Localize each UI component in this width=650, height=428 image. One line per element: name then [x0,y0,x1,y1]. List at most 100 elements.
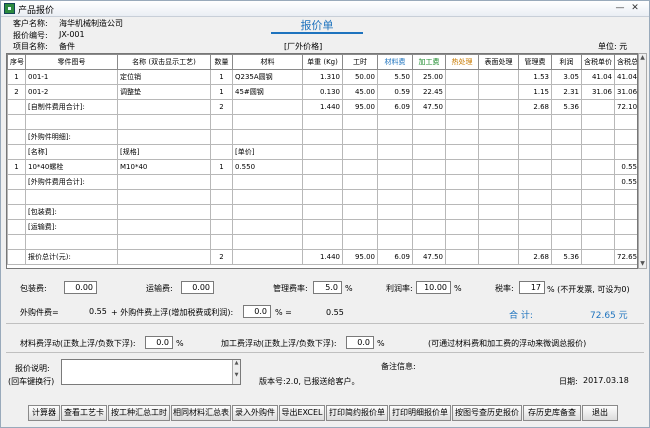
table-row[interactable]: [运输费]: [7,219,637,235]
table-row[interactable]: 报价总计(元): 2 1.440 95.00 6.09 47.50 2.68 5.36 72.6… [7,249,637,265]
table-cell[interactable]: 5.36 [551,249,582,265]
table-cell[interactable] [117,204,211,220]
outsourced-float-input[interactable]: 0.0 [243,305,271,318]
table-cell[interactable]: [自制件费用合计]: [25,99,118,115]
table-cell[interactable]: 3.05 [551,69,582,85]
table-cell[interactable] [445,144,479,160]
table-cell[interactable] [210,234,233,250]
table-cell[interactable]: 95.00 [342,249,378,265]
col-header[interactable]: 名称 (双击显示工艺) [117,54,211,70]
table-cell[interactable]: [单价] [232,144,303,160]
table-cell[interactable]: [名称] [25,144,118,160]
table-row[interactable] [7,114,637,130]
table-cell[interactable]: 47.50 [412,249,446,265]
table-cell[interactable] [478,114,519,130]
table-cell[interactable] [551,204,582,220]
table-cell[interactable] [210,204,233,220]
table-cell[interactable] [581,174,615,190]
table-cell[interactable] [614,114,637,130]
quote-table[interactable]: 序号 零件图号 名称 (双击显示工艺) 数量 材料 单重 (Kg) 工时 材料费… [6,53,638,269]
table-cell[interactable] [302,129,343,145]
table-row[interactable]: [外购件费用合计]: 0.55 [7,174,637,190]
col-header[interactable]: 含税总价 [614,54,637,70]
table-cell[interactable]: [外购件费用合计]: [25,174,118,190]
print-simple-quote-button[interactable]: 打印简约报价单 [326,405,388,421]
processing-float-input[interactable]: 0.0 [346,336,374,349]
table-cell[interactable]: 0.59 [377,84,413,100]
table-cell[interactable] [377,189,413,205]
table-row[interactable]: [自制件费用合计]: 2 1.440 95.00 6.09 47.50 2.68 5.36 72… [7,99,637,115]
table-cell[interactable] [7,99,26,115]
table-cell[interactable] [551,129,582,145]
table-cell[interactable] [614,144,637,160]
table-cell[interactable] [478,204,519,220]
table-cell[interactable]: 47.50 [412,99,446,115]
col-header[interactable]: 数量 [210,54,233,70]
table-row[interactable]: [外购件明细]: [7,129,637,145]
table-cell[interactable] [25,114,118,130]
table-cell[interactable]: 1 [210,159,233,175]
table-cell[interactable] [232,219,303,235]
table-cell[interactable] [478,69,519,85]
table-cell[interactable] [7,174,26,190]
table-cell[interactable]: 41.04 [614,69,637,85]
table-cell[interactable] [342,204,378,220]
table-cell[interactable] [210,144,233,160]
table-cell[interactable] [581,189,615,205]
table-cell[interactable] [412,114,446,130]
table-cell[interactable]: 001-2 [25,84,118,100]
table-cell[interactable] [581,249,615,265]
table-cell[interactable] [210,114,233,130]
table-cell[interactable]: [规格] [117,144,211,160]
table-cell[interactable]: 调整垫 [117,84,211,100]
table-cell[interactable]: 31.06 [614,84,637,100]
table-cell[interactable] [445,99,479,115]
table-cell[interactable]: 45#圆钢 [232,84,303,100]
table-cell[interactable] [377,219,413,235]
table-cell[interactable]: 2 [7,84,26,100]
history-quote-by-drawing-button[interactable]: 按图号查历史报价 [452,405,522,421]
table-cell[interactable] [445,234,479,250]
table-cell[interactable]: 1 [7,159,26,175]
table-cell[interactable]: M10*40 [117,159,211,175]
col-header[interactable]: 含税单价 [581,54,615,70]
table-cell[interactable]: 0.550 [232,159,303,175]
table-cell[interactable]: Q235A圆钢 [232,69,303,85]
col-header-material-fee[interactable]: 材料费 [377,54,413,70]
table-cell[interactable] [342,144,378,160]
table-cell[interactable] [302,219,343,235]
table-cell[interactable] [478,129,519,145]
col-header[interactable]: 利润 [551,54,582,70]
table-cell[interactable] [210,174,233,190]
material-float-input[interactable]: 0.0 [145,336,173,349]
table-cell[interactable] [7,144,26,160]
table-row[interactable]: [名称] [规格] [单价] [7,144,637,160]
table-cell[interactable]: 22.45 [412,84,446,100]
table-cell[interactable]: 报价总计(元): [25,249,118,265]
quote-note-textarea[interactable]: ▲ ▼ [61,359,241,385]
table-cell[interactable] [614,129,637,145]
table-cell[interactable] [581,144,615,160]
table-cell[interactable] [614,234,637,250]
table-cell[interactable] [7,189,26,205]
table-cell[interactable]: 50.00 [342,69,378,85]
table-cell[interactable] [445,219,479,235]
table-cell[interactable] [117,99,211,115]
table-cell[interactable] [478,144,519,160]
table-cell[interactable] [581,129,615,145]
summary-by-trade-button[interactable]: 按工种汇总工时 [108,405,170,421]
table-cell[interactable] [232,129,303,145]
table-cell[interactable] [581,204,615,220]
table-cell[interactable] [232,234,303,250]
table-cell[interactable] [518,174,552,190]
table-vertical-scrollbar[interactable]: ▲ ▼ [638,53,647,269]
table-cell[interactable]: 6.09 [377,99,413,115]
table-cell[interactable] [377,234,413,250]
table-cell[interactable]: 1.310 [302,69,343,85]
table-cell[interactable] [412,129,446,145]
table-cell[interactable]: 95.00 [342,99,378,115]
table-cell[interactable]: 2.68 [518,99,552,115]
table-cell[interactable]: 2.31 [551,84,582,100]
table-cell[interactable]: 定位销 [117,69,211,85]
table-cell[interactable] [478,84,519,100]
